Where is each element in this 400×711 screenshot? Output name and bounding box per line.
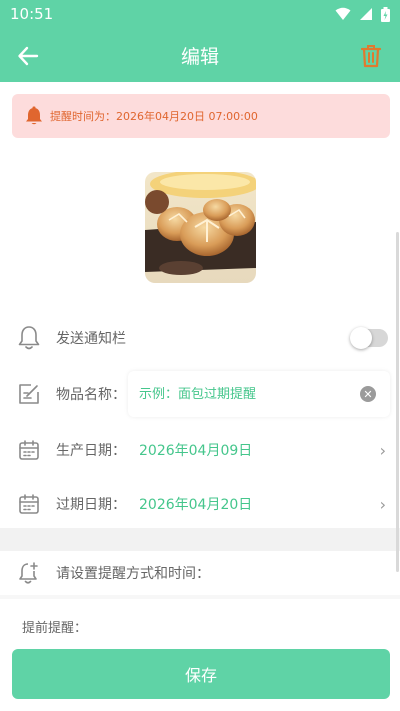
toggle-knob [350, 327, 372, 349]
expiry-date-value: 2026年04月20日 [139, 497, 253, 513]
calendar-icon [16, 491, 42, 517]
alarm-bell-icon [26, 106, 42, 125]
clear-icon[interactable]: ✕ [360, 386, 376, 402]
calendar-icon [16, 437, 42, 463]
trash-icon [360, 45, 382, 68]
status-bar: 10:51 [0, 0, 400, 28]
battery-icon [381, 6, 390, 22]
item-photo[interactable] [145, 172, 256, 283]
page-title: 编辑 [180, 45, 219, 68]
chevron-right-icon: › [379, 440, 386, 460]
scrollbar[interactable] [396, 232, 399, 572]
reminder-time-banner: 提醒时间为：2026年04月20日 07:00:00 [12, 94, 390, 138]
delete-button[interactable] [358, 42, 384, 70]
production-date-label: 生产日期： [56, 443, 126, 459]
app-bar: 编辑 [0, 28, 400, 82]
chevron-right-icon: › [379, 494, 386, 514]
advance-reminder-label: 提前提醒： [22, 621, 88, 636]
edit-form: 提醒时间为：2026年04月20日 07:00:00 发送通知栏 物品名称： 示… [0, 82, 400, 711]
section-divider [0, 528, 400, 551]
system-icons [335, 6, 390, 22]
section-divider [0, 595, 400, 599]
production-date-value: 2026年04月09日 [139, 443, 253, 459]
reminder-time-text: 提醒时间为：2026年04月20日 07:00:00 [50, 110, 258, 123]
save-button[interactable]: 保存 [12, 649, 390, 699]
back-button[interactable] [14, 42, 42, 70]
item-name-field[interactable]: ✕ [128, 371, 390, 417]
notify-row: 发送通知栏 [0, 310, 400, 366]
notify-toggle[interactable] [350, 327, 388, 349]
reminder-section-header: 请设置提醒方式和时间： [0, 551, 400, 595]
production-date-row[interactable]: 生产日期： 2026年04月09日 › [0, 422, 400, 478]
item-name-input[interactable] [139, 386, 339, 402]
bell-plus-icon [16, 560, 42, 586]
notify-label: 发送通知栏 [56, 331, 126, 347]
bread-image [145, 172, 256, 283]
status-time: 10:51 [10, 5, 54, 23]
expiry-date-label: 过期日期： [56, 497, 126, 513]
reminder-section-title: 请设置提醒方式和时间： [56, 566, 210, 582]
expiry-date-row[interactable]: 过期日期： 2026年04月20日 › [0, 476, 400, 532]
item-name-label: 物品名称： [56, 387, 126, 403]
signal-icon [360, 8, 372, 20]
wifi-icon [335, 7, 351, 20]
bell-icon [16, 325, 42, 351]
back-arrow-icon [18, 46, 39, 66]
save-bar: 保存 [0, 640, 400, 711]
item-name-row: 物品名称： ✕ [0, 366, 400, 422]
edit-icon [16, 381, 42, 407]
